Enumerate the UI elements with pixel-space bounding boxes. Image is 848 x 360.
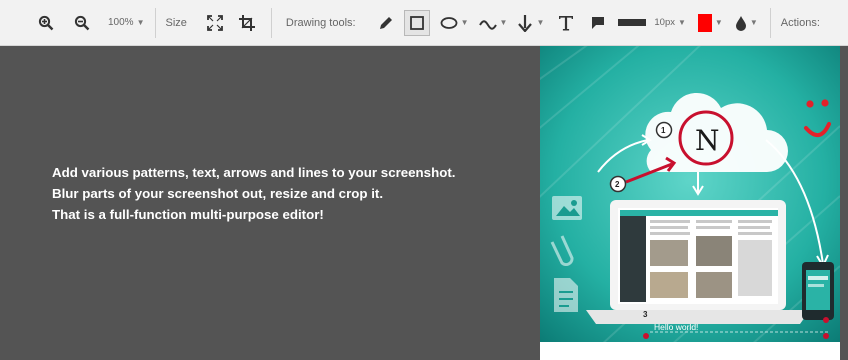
chevron-down-icon: ▼ [499, 18, 508, 27]
line-icon [478, 19, 497, 30]
stroke-width-icon [618, 19, 647, 26]
marker-2: 2 [615, 180, 620, 189]
chevron-down-icon: ▼ [536, 18, 545, 27]
blur-tool-button[interactable]: ▼ [735, 9, 758, 37]
zoom-in-icon [38, 15, 54, 30]
chevron-down-icon: ▼ [749, 18, 758, 27]
marker-3: 3 [643, 310, 648, 319]
hello-world-text: Hello world! [654, 322, 699, 332]
color-swatch [697, 13, 712, 32]
pencil-icon [379, 16, 392, 29]
toolbar-divider [154, 7, 156, 38]
toolbar-divider [270, 7, 272, 38]
crop-icon [238, 14, 255, 31]
ellipse-icon [440, 16, 458, 29]
speech-bubble-icon [592, 16, 605, 29]
rectangle-icon [409, 15, 424, 30]
description-line: That is a full-function multi-purpose ed… [52, 207, 324, 222]
text-icon [559, 15, 574, 30]
zoom-value: 100% [108, 17, 134, 28]
zoom-out-icon [74, 15, 90, 30]
crop-button[interactable] [233, 9, 261, 37]
chevron-down-icon: ▼ [460, 18, 469, 27]
resize-icon [207, 14, 223, 31]
marker-1: 1 [661, 126, 666, 135]
description-line: Blur parts of your screenshot out, resiz… [52, 186, 384, 201]
editor-toolbar: 100% ▼ Size Drawing tools: ▼ ▼ ▼ 10px ▼ … [0, 0, 848, 46]
stroke-width-select[interactable]: 10px ▼ [618, 9, 686, 37]
line-tool-button[interactable]: ▼ [478, 9, 508, 37]
toolbar-divider [769, 7, 771, 38]
size-label: Size [165, 16, 187, 29]
pencil-button[interactable] [374, 9, 398, 37]
feature-description: Add various patterns, text, arrows and l… [52, 162, 455, 225]
drawing-tools-label: Drawing tools: [285, 16, 356, 29]
promo-illustration: N 1 2 3 Hello world! [540, 46, 840, 342]
illustration-art [540, 46, 840, 342]
description-line: Add various patterns, text, arrows and l… [52, 165, 456, 180]
chevron-down-icon: ▼ [714, 18, 723, 27]
color-picker[interactable]: ▼ [697, 9, 723, 37]
zoom-select[interactable]: 100% ▼ [108, 9, 145, 37]
chevron-down-icon: ▼ [136, 18, 145, 27]
bottom-white-strip [540, 342, 840, 360]
resize-button[interactable] [201, 9, 229, 37]
arrow-icon [518, 14, 533, 32]
stroke-width-value: 10px [654, 17, 675, 28]
chevron-down-icon: ▼ [677, 18, 686, 27]
zoom-out-button[interactable] [68, 9, 96, 37]
text-tool-button[interactable] [554, 9, 578, 37]
actions-label: Actions: [780, 16, 820, 29]
blur-icon [735, 15, 746, 31]
ellipse-tool-button[interactable]: ▼ [440, 9, 469, 37]
rectangle-tool-button[interactable] [403, 9, 430, 36]
speech-bubble-button[interactable] [586, 9, 610, 37]
logo-letter: N [695, 124, 720, 157]
arrow-tool-button[interactable]: ▼ [517, 9, 544, 37]
zoom-in-button[interactable] [32, 9, 60, 37]
